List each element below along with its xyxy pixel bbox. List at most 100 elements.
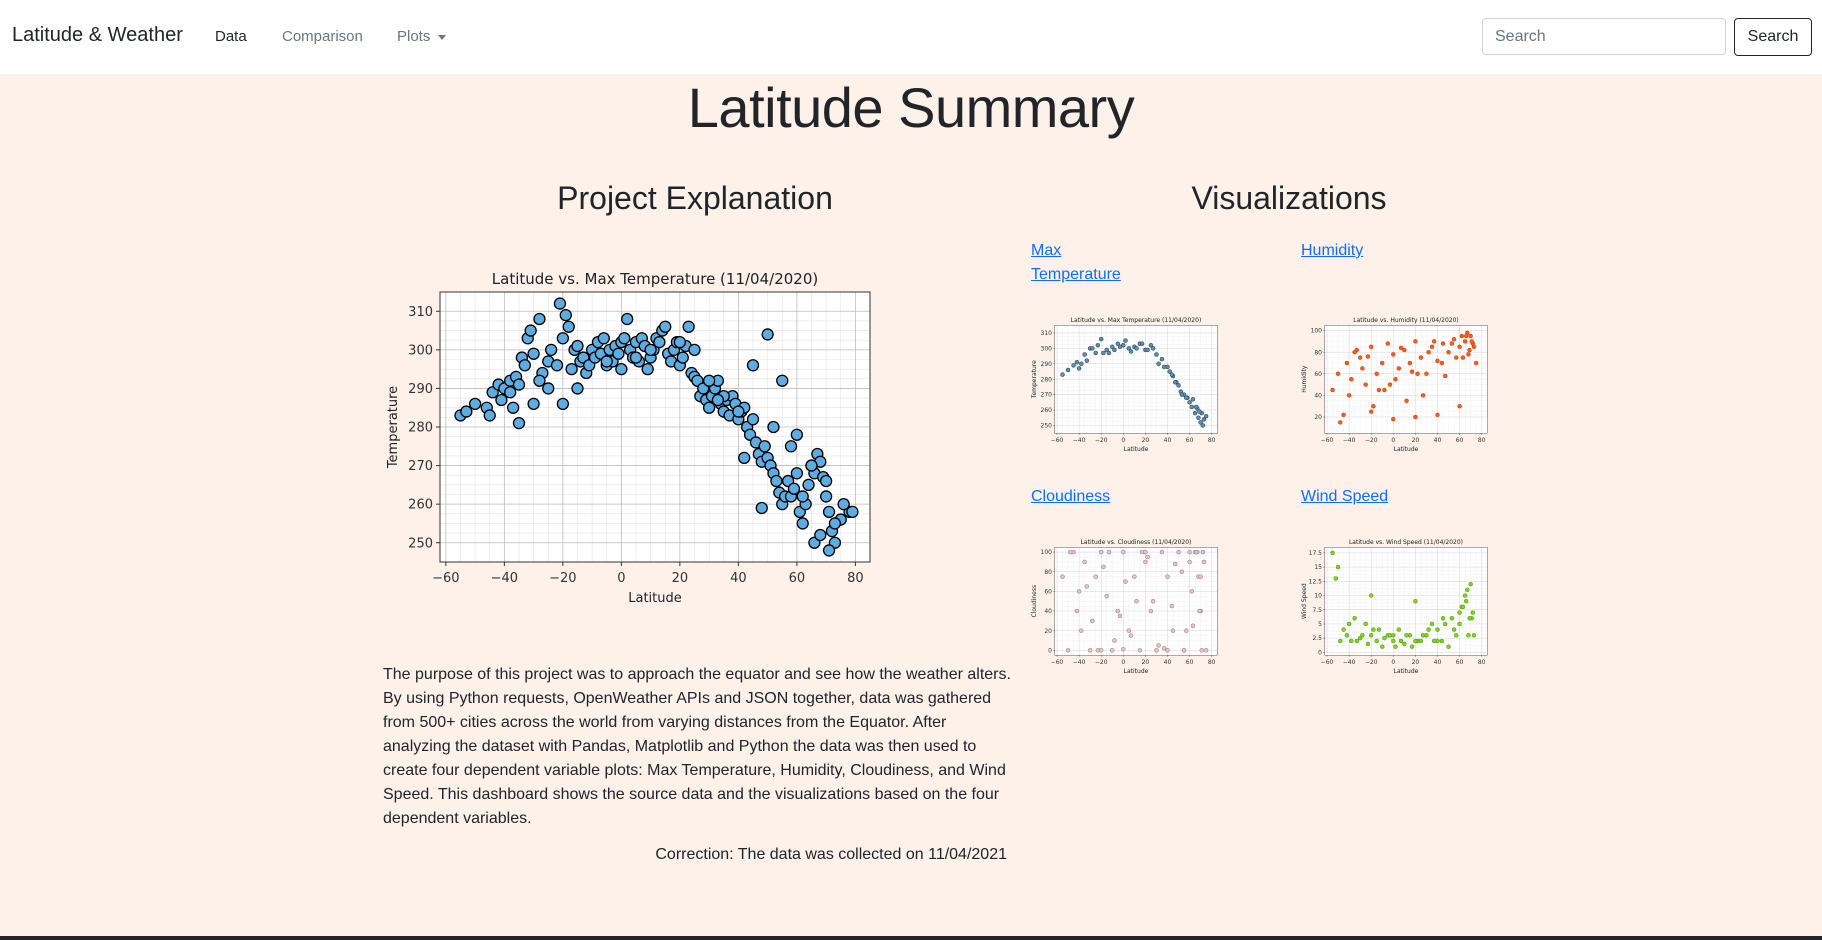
y-tick-label: 300 bbox=[408, 343, 433, 358]
search-button[interactable]: Search bbox=[1734, 18, 1812, 56]
data-point bbox=[1165, 648, 1170, 653]
data-point bbox=[787, 482, 801, 495]
y-axis-label: Wind Speed bbox=[1301, 583, 1308, 619]
data-point bbox=[802, 478, 815, 492]
data-point bbox=[1420, 393, 1426, 398]
navbar: Latitude & Weather Data Comparison Plots… bbox=[0, 0, 1822, 74]
data-point bbox=[1440, 616, 1446, 621]
data-point bbox=[1170, 628, 1176, 633]
data-point bbox=[1380, 360, 1385, 366]
chart-title: Latitude vs. Humidity (11/04/2020) bbox=[1353, 317, 1458, 324]
data-point bbox=[1352, 616, 1357, 621]
data-point bbox=[1159, 549, 1165, 555]
data-point bbox=[819, 474, 833, 488]
max-temperature-link[interactable]: Max Temperature bbox=[1031, 239, 1121, 287]
data-point bbox=[1470, 610, 1476, 615]
project-description: The purpose of this project was to appro… bbox=[383, 666, 1011, 827]
data-point bbox=[1187, 559, 1192, 565]
data-point bbox=[1145, 347, 1150, 353]
data-point bbox=[796, 517, 809, 530]
cloudiness-thumbnail[interactable]: −60 −40 −20 0 20 40 60 80 0 20 40 60 80 100 Latitude v… bbox=[1030, 532, 1230, 682]
data-point bbox=[644, 343, 657, 357]
data-point bbox=[1439, 360, 1445, 366]
data-point bbox=[1374, 371, 1379, 377]
data-point bbox=[1468, 581, 1473, 587]
nav-link-comparison[interactable]: Comparison bbox=[282, 28, 363, 45]
data-point bbox=[682, 320, 695, 333]
y-tick-label: 250 bbox=[408, 536, 433, 551]
y-tick-label: 280 bbox=[408, 421, 433, 436]
data-point bbox=[1385, 341, 1390, 346]
data-point bbox=[1139, 341, 1145, 346]
y-tick-label: 60 bbox=[1314, 371, 1322, 378]
wind-speed-link[interactable]: Wind Speed bbox=[1301, 485, 1388, 509]
cloudiness-link[interactable]: Cloudiness bbox=[1031, 485, 1110, 509]
x-tick-label: 0 bbox=[1391, 437, 1395, 444]
x-axis-label: Latitude bbox=[1394, 668, 1419, 675]
data-point bbox=[1341, 627, 1346, 632]
data-point bbox=[1068, 549, 1073, 555]
x-tick-label: −60 bbox=[1321, 437, 1334, 444]
data-point bbox=[1192, 410, 1198, 416]
y-tick-label: 0 bbox=[1318, 649, 1322, 656]
data-point bbox=[1189, 404, 1195, 410]
data-point bbox=[1082, 352, 1087, 357]
data-point bbox=[1398, 345, 1404, 351]
x-tick-label: 20 bbox=[1412, 437, 1420, 444]
data-point bbox=[1463, 333, 1469, 339]
x-tick-label: −20 bbox=[1365, 437, 1378, 444]
data-point bbox=[1098, 648, 1104, 653]
x-tick-label: 40 bbox=[1164, 437, 1172, 444]
y-tick-label: 12.5 bbox=[1309, 578, 1323, 585]
data-point bbox=[1106, 350, 1112, 356]
search-input[interactable] bbox=[1482, 18, 1726, 55]
data-point bbox=[1471, 633, 1477, 638]
data-point bbox=[1426, 627, 1431, 632]
y-tick-label: 310 bbox=[1041, 330, 1053, 337]
x-tick-label: 20 bbox=[1142, 437, 1150, 444]
humidity-thumbnail[interactable]: −60 −40 −20 0 20 40 60 80 20 40 60 80 100 Latitude vs… bbox=[1300, 310, 1500, 460]
data-point bbox=[1346, 393, 1352, 398]
x-tick-label: −60 bbox=[1051, 437, 1064, 444]
max-temperature-thumbnail[interactable]: −60 −40 −20 0 20 40 60 80 250 260 270 280 290 300 310 L… bbox=[1030, 310, 1230, 460]
x-tick-label: 0 bbox=[1391, 659, 1395, 666]
data-point bbox=[1371, 403, 1376, 409]
y-tick-label: 20 bbox=[1314, 414, 1322, 421]
data-point bbox=[1333, 576, 1339, 581]
data-point bbox=[527, 397, 540, 411]
data-point bbox=[1076, 366, 1082, 371]
data-point bbox=[1197, 608, 1202, 614]
data-point bbox=[1415, 371, 1420, 377]
nav-link-plots[interactable]: Plots bbox=[397, 28, 447, 45]
data-point bbox=[1457, 344, 1462, 350]
data-point bbox=[615, 362, 628, 376]
y-tick-label: 290 bbox=[408, 382, 433, 397]
data-point bbox=[556, 332, 570, 345]
data-point bbox=[814, 528, 827, 542]
data-point bbox=[1193, 549, 1199, 555]
data-point bbox=[1413, 638, 1418, 644]
chart-title: Latitude vs. Wind Speed (11/04/2020) bbox=[1349, 539, 1463, 546]
data-point bbox=[1087, 648, 1093, 653]
x-tick-label: 40 bbox=[1434, 437, 1442, 444]
humidity-link[interactable]: Humidity bbox=[1301, 239, 1363, 263]
wind-speed-thumbnail[interactable]: −60 −40 −20 0 20 40 60 80 0 2.5 5 7.5 10 12.5 15 17.5 La… bbox=[1300, 532, 1500, 682]
y-tick-label: 10 bbox=[1314, 593, 1322, 600]
data-point bbox=[460, 405, 473, 418]
data-point bbox=[790, 467, 804, 480]
data-point bbox=[1176, 383, 1181, 388]
data-point bbox=[1460, 355, 1466, 360]
y-tick-label: 290 bbox=[1041, 361, 1053, 368]
data-point bbox=[1134, 346, 1139, 351]
data-point bbox=[1360, 366, 1365, 371]
brand-logo-text[interactable]: Latitude & Weather bbox=[12, 24, 183, 47]
x-tick-label: 60 bbox=[1186, 659, 1194, 666]
chevron-down-icon bbox=[438, 34, 447, 40]
x-tick-label: 0 bbox=[1121, 659, 1125, 666]
data-point bbox=[1190, 623, 1196, 628]
x-tick-label: 60 bbox=[1186, 437, 1194, 444]
nav-link-data[interactable]: Data bbox=[215, 28, 247, 45]
data-point bbox=[483, 409, 496, 422]
max-temperature-chart: −60 −40 −20 0 20 40 60 80 250 260 270 280 290 300 310 L… bbox=[386, 270, 871, 606]
data-point bbox=[1391, 633, 1396, 638]
